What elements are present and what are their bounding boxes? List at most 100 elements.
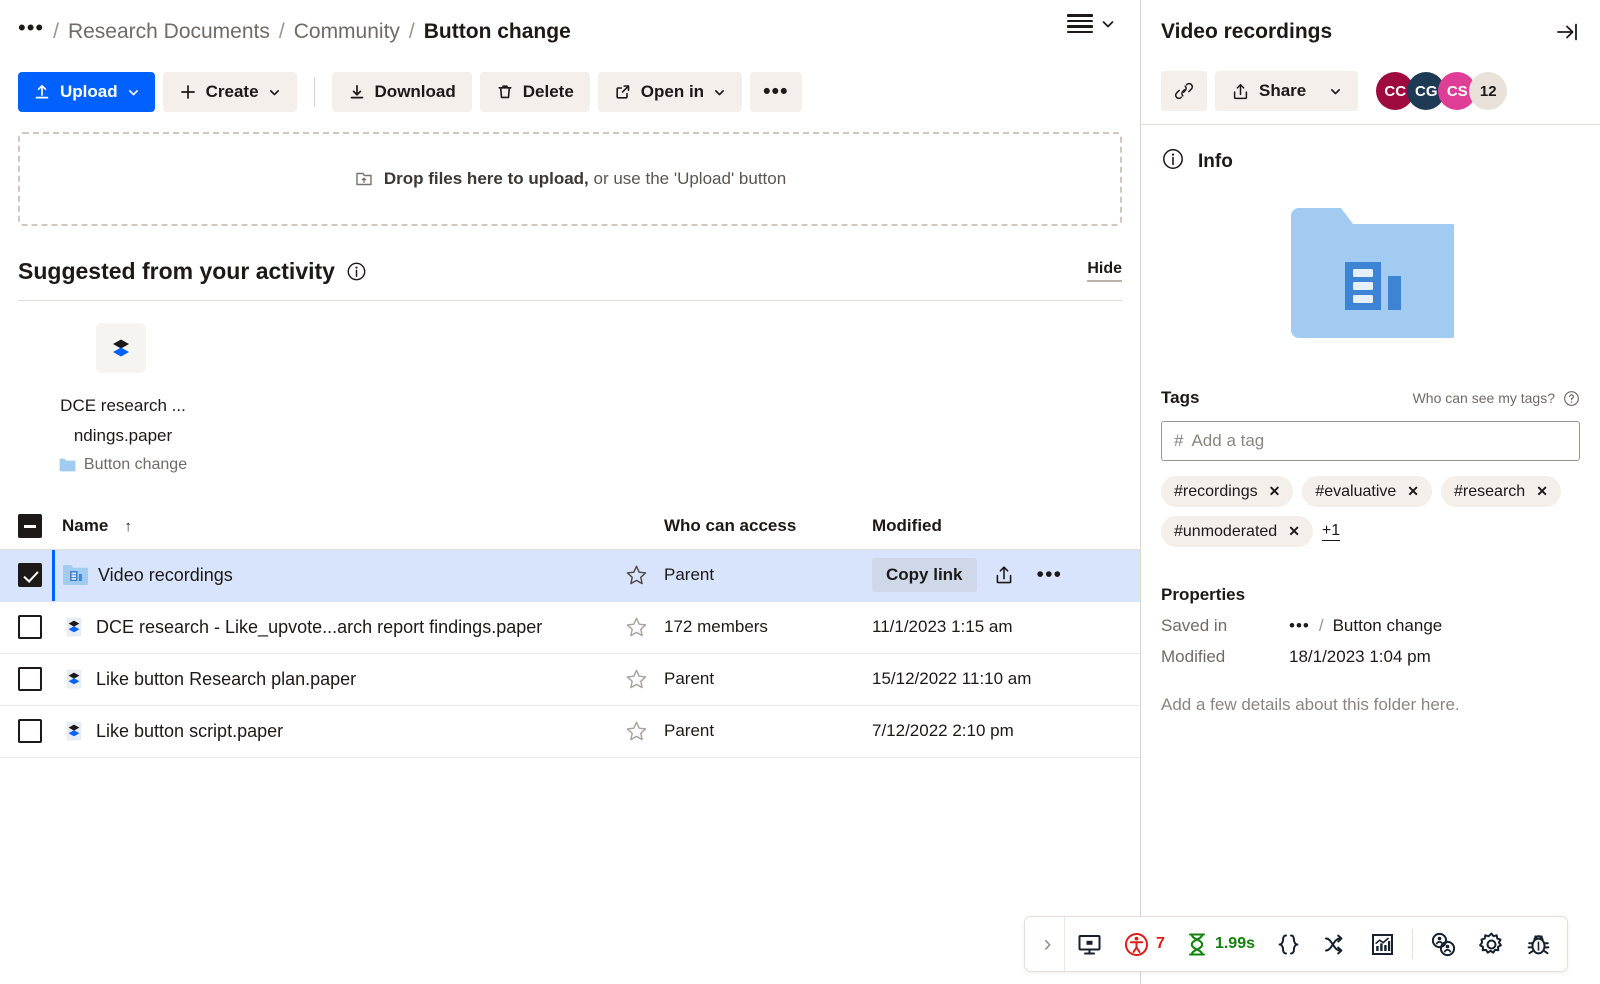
- add-tag-field[interactable]: #: [1161, 421, 1580, 461]
- dev-timing-button[interactable]: 1.99s: [1176, 917, 1264, 971]
- saved-in-folder-label[interactable]: Button change: [1333, 616, 1443, 636]
- row-name-cell: DCE research - Like_upvote...arch report…: [62, 615, 608, 639]
- tag-chip[interactable]: #unmoderated ✕: [1161, 516, 1313, 547]
- row-modified-cell: 11/1/2023 1:15 am: [872, 617, 1122, 637]
- dev-screen-button[interactable]: [1067, 917, 1112, 971]
- hide-suggested-button[interactable]: Hide: [1087, 260, 1122, 282]
- remove-tag-icon[interactable]: ✕: [1288, 523, 1300, 540]
- create-button[interactable]: Create: [162, 72, 297, 112]
- screen-icon: [1078, 934, 1101, 954]
- upload-label: Upload: [60, 82, 118, 101]
- folder-media-large-icon: [1290, 208, 1454, 338]
- column-header-modified[interactable]: Modified: [872, 516, 1122, 536]
- who-can-see-tags-link[interactable]: Who can see my tags?: [1413, 390, 1580, 407]
- dev-shuffle-button[interactable]: [1313, 917, 1358, 971]
- member-avatars: CC CG CS 12: [1376, 72, 1508, 110]
- properties-section: Properties Saved in ••• / Button change …: [1161, 585, 1580, 715]
- saved-in-overflow-icon[interactable]: •••: [1289, 617, 1310, 634]
- more-tags-button[interactable]: +1: [1321, 522, 1341, 541]
- dev-toolbar-divider: [1412, 929, 1413, 959]
- info-circle-icon[interactable]: [346, 261, 367, 282]
- row-access-label: Parent: [664, 721, 715, 740]
- remove-tag-icon[interactable]: ✕: [1536, 483, 1548, 500]
- row-select-cell: [18, 667, 62, 691]
- row-select-cell: [18, 719, 62, 743]
- folder-description-field[interactable]: Add a few details about this folder here…: [1161, 695, 1580, 715]
- delete-button[interactable]: Delete: [479, 72, 590, 112]
- view-options-button[interactable]: [1067, 14, 1116, 34]
- add-tag-input[interactable]: [1191, 431, 1567, 451]
- star-icon: [626, 565, 646, 584]
- table-row[interactable]: Like button Research plan.paper Parent 1…: [0, 654, 1140, 706]
- create-label: Create: [205, 82, 259, 101]
- row-checkbox[interactable]: [18, 615, 42, 639]
- saved-in-separator: /: [1318, 616, 1324, 635]
- row-star-cell[interactable]: [608, 668, 664, 691]
- copy-link-button[interactable]: Copy link: [872, 558, 977, 592]
- details-panel-header: Video recordings: [1141, 0, 1600, 64]
- dev-debug-button[interactable]: [1516, 917, 1561, 971]
- avatar-overflow-count[interactable]: 12: [1469, 72, 1508, 110]
- folder-media-icon: [63, 565, 88, 585]
- suggested-card-name-line1: DCE research ...: [60, 396, 186, 415]
- dev-settings-button[interactable]: [1469, 917, 1514, 971]
- upload-button[interactable]: Upload: [18, 72, 155, 112]
- row-star-cell[interactable]: [608, 616, 664, 639]
- paper-file-icon: [66, 669, 82, 689]
- dev-toolbar-expand-button[interactable]: ›: [1031, 917, 1066, 971]
- toolbar-divider: [313, 77, 315, 107]
- star-icon: [626, 617, 646, 636]
- row-star-cell[interactable]: [608, 720, 664, 743]
- column-header-access[interactable]: Who can access: [664, 516, 872, 536]
- breadcrumb-separator: /: [53, 20, 59, 43]
- tag-chip[interactable]: #recordings ✕: [1161, 476, 1294, 507]
- breadcrumb-item-community[interactable]: Community: [294, 20, 400, 44]
- tag-chip[interactable]: #research ✕: [1441, 476, 1561, 507]
- info-section-header: Info: [1141, 125, 1600, 176]
- page-load-time: 1.99s: [1214, 935, 1255, 952]
- more-horizontal-icon: •••: [763, 79, 789, 103]
- open-in-button[interactable]: Open in: [597, 72, 743, 112]
- row-modified-label: 15/12/2022 11:10 am: [872, 669, 1032, 688]
- tags-section: Tags Who can see my tags? # #recordings …: [1141, 388, 1600, 715]
- open-in-label: Open in: [640, 82, 705, 101]
- table-row[interactable]: DCE research - Like_upvote...arch report…: [0, 602, 1140, 654]
- row-checkbox[interactable]: [18, 719, 42, 743]
- remove-tag-icon[interactable]: ✕: [1407, 483, 1419, 500]
- breadcrumb-overflow-button[interactable]: •••: [18, 17, 44, 47]
- copy-link-icon-button[interactable]: [1161, 71, 1207, 111]
- dev-chart-button[interactable]: [1360, 917, 1405, 971]
- plus-icon: [180, 85, 195, 99]
- help-circle-icon: [1564, 390, 1579, 406]
- suggested-card[interactable]: DCE research ... ndings.paper Button cha…: [18, 323, 228, 474]
- row-checkbox[interactable]: [18, 667, 42, 691]
- dev-accounts-button[interactable]: [1420, 917, 1467, 971]
- tag-chip[interactable]: #evaluative ✕: [1302, 476, 1433, 507]
- breadcrumb-item-research-documents[interactable]: Research Documents: [68, 20, 270, 44]
- select-all-checkbox[interactable]: [18, 514, 42, 538]
- chevron-down-icon: [1331, 88, 1341, 94]
- column-header-name[interactable]: Name ↑: [62, 516, 608, 536]
- file-dropzone[interactable]: Drop files here to upload, or use the 'U…: [18, 132, 1122, 226]
- row-star-cell[interactable]: [608, 564, 664, 587]
- hourglass-icon: [1188, 933, 1205, 955]
- table-row[interactable]: Like button script.paper Parent 7/12/202…: [0, 706, 1140, 758]
- share-button[interactable]: Share: [1215, 71, 1359, 111]
- download-button[interactable]: Download: [331, 72, 472, 112]
- collapse-right-icon[interactable]: [1554, 19, 1580, 45]
- dev-json-button[interactable]: [1266, 917, 1311, 971]
- remove-tag-icon[interactable]: ✕: [1269, 483, 1281, 500]
- dev-toolbar: › 7 1.99s: [1024, 916, 1568, 972]
- main-content: ••• / Research Documents / Community / B…: [0, 0, 1140, 984]
- share-icon: [1233, 83, 1248, 99]
- row-more-button[interactable]: •••: [1031, 564, 1069, 584]
- toolbar-more-button[interactable]: •••: [750, 72, 802, 112]
- share-icon[interactable]: [987, 560, 1021, 590]
- breadcrumb-separator: /: [278, 20, 285, 43]
- dev-accessibility-button[interactable]: 7: [1114, 917, 1174, 971]
- table-row[interactable]: Video recordings Parent Copy link •••: [0, 549, 1140, 602]
- tag-chip-label: #recordings: [1174, 482, 1258, 500]
- row-checkbox[interactable]: [18, 563, 42, 587]
- delete-label: Delete: [522, 82, 574, 101]
- property-saved-in-value[interactable]: ••• / Button change: [1289, 616, 1442, 636]
